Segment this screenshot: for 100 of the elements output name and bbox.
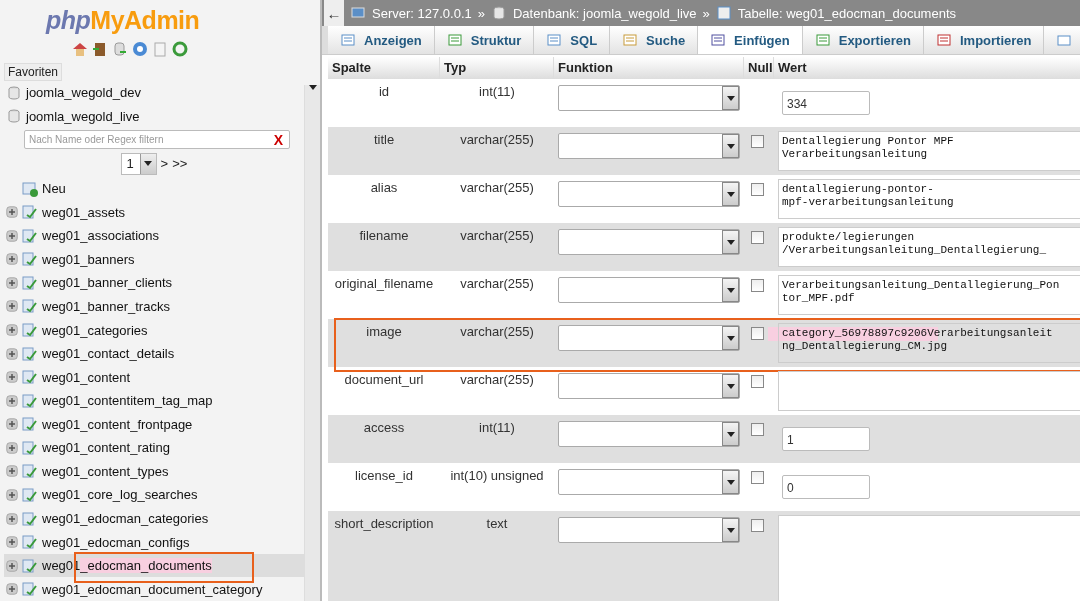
value-field[interactable]: Dentallegierung Pontor MPF Verarbeitungsanleitung bbox=[778, 131, 1080, 171]
null-checkbox[interactable] bbox=[751, 231, 764, 244]
tab[interactable]: SQL bbox=[534, 26, 611, 54]
scrollbar[interactable] bbox=[304, 85, 320, 601]
column-type: varchar(255) bbox=[460, 180, 534, 195]
expand-icon bbox=[6, 441, 18, 454]
exit-icon bbox=[92, 41, 108, 57]
tab[interactable]: Struktur bbox=[434, 26, 535, 54]
value-field[interactable]: dentallegierung-pontor- mpf-verarbeitungsanleitung bbox=[778, 179, 1080, 219]
table-item[interactable]: weg01_core_log_searches bbox=[4, 483, 304, 507]
table-item[interactable]: weg01_contentitem_tag_map bbox=[4, 388, 304, 413]
tab-icon bbox=[935, 32, 952, 48]
null-checkbox[interactable] bbox=[751, 183, 764, 196]
table-item[interactable]: weg01_edocman_configs bbox=[4, 530, 304, 554]
function-select[interactable] bbox=[558, 181, 740, 207]
table-icon bbox=[22, 345, 38, 362]
database-item[interactable]: joomla_wegold_dev bbox=[4, 81, 304, 105]
back-button[interactable]: ← bbox=[324, 0, 344, 26]
table-item[interactable]: weg01_banner_clients bbox=[4, 271, 304, 295]
favorites-tab[interactable]: Favoriten bbox=[4, 63, 63, 81]
function-select[interactable] bbox=[558, 469, 740, 495]
table-icon bbox=[22, 204, 38, 221]
expand-icon bbox=[6, 229, 18, 242]
function-select[interactable] bbox=[558, 229, 740, 255]
null-checkbox[interactable] bbox=[751, 327, 764, 340]
table-icon bbox=[22, 227, 38, 244]
column-type: text bbox=[486, 516, 508, 531]
value-field[interactable] bbox=[778, 371, 1080, 411]
tab[interactable]: Exportieren bbox=[802, 26, 924, 54]
table-icon bbox=[22, 463, 38, 480]
tab[interactable] bbox=[1044, 26, 1080, 54]
table-item[interactable]: weg01_content bbox=[4, 365, 304, 389]
value-field[interactable]: produkte/legierungen /Verarbeitungsanleitung_Dentallegierung_ bbox=[778, 227, 1080, 267]
caret-icon bbox=[726, 479, 735, 485]
column-header: Null bbox=[744, 57, 774, 79]
null-checkbox[interactable] bbox=[751, 279, 764, 292]
function-select[interactable] bbox=[558, 277, 740, 303]
value-field[interactable]: 0 bbox=[782, 475, 870, 499]
column-name: id bbox=[378, 84, 390, 99]
column-name: short_description bbox=[334, 516, 434, 531]
separator: » bbox=[477, 5, 485, 21]
clear-button[interactable]: X bbox=[273, 131, 283, 148]
caret-icon bbox=[726, 383, 735, 389]
last-link[interactable]: >> bbox=[172, 156, 188, 172]
column-name: alias bbox=[370, 180, 398, 195]
value-field[interactable]: category_56978897c9206Verarbeitungsanleit ng_Dentallegierung_CM.jpg bbox=[778, 323, 1080, 363]
expand-icon bbox=[6, 253, 18, 266]
page-select[interactable]: 1 bbox=[120, 152, 157, 175]
next-link[interactable]: > bbox=[160, 156, 169, 172]
function-select[interactable] bbox=[558, 133, 740, 159]
value-field[interactable]: 1 bbox=[782, 427, 870, 451]
table-item[interactable]: weg01_assets bbox=[4, 200, 304, 224]
table-item[interactable]: weg01_edocman_document_category bbox=[4, 577, 304, 601]
function-select[interactable] bbox=[558, 85, 740, 111]
table-link[interactable]: Tabelle: weg01_edocman_documents bbox=[737, 5, 957, 21]
database-link[interactable]: Datenbank: joomla_wegold_live bbox=[512, 5, 697, 21]
table-item[interactable]: weg01_banner_tracks bbox=[4, 294, 304, 319]
table-item[interactable]: weg01_edocman_categories bbox=[4, 506, 304, 531]
function-select[interactable] bbox=[558, 517, 740, 543]
table-item[interactable]: weg01_banners bbox=[4, 247, 304, 272]
database-item[interactable]: joomla_wegold_live bbox=[4, 104, 304, 129]
new-link[interactable]: Neu bbox=[42, 181, 66, 197]
table-item[interactable]: weg01_categories bbox=[4, 318, 304, 342]
null-checkbox[interactable] bbox=[751, 375, 764, 388]
value-field[interactable]: Verarbeitungsanleitung_Dentallegierung_Pon tor_MPF.pdf bbox=[778, 275, 1080, 315]
table-icon bbox=[22, 581, 38, 598]
column-header: Wert bbox=[774, 57, 1080, 79]
column-type: varchar(255) bbox=[460, 276, 534, 291]
function-select[interactable] bbox=[558, 421, 740, 447]
filter-field[interactable]: Nach Name oder Regex filtern X bbox=[24, 130, 290, 150]
tab[interactable]: Importieren bbox=[923, 26, 1045, 54]
null-checkbox[interactable] bbox=[751, 135, 764, 148]
expand-icon bbox=[6, 347, 18, 360]
caret-icon bbox=[726, 95, 735, 101]
table-item[interactable]: weg01_associations bbox=[4, 224, 304, 248]
tab[interactable]: Einfügen bbox=[698, 26, 803, 54]
expand-icon bbox=[6, 512, 18, 525]
caret-icon bbox=[726, 287, 735, 293]
null-checkbox[interactable] bbox=[751, 471, 764, 484]
table-item[interactable]: weg01_content_types bbox=[4, 459, 304, 484]
null-checkbox[interactable] bbox=[751, 519, 764, 532]
table-icon bbox=[715, 5, 732, 21]
table-item[interactable]: weg01_content_rating bbox=[4, 436, 304, 460]
server-link[interactable]: Server: 127.0.0.1 bbox=[372, 5, 472, 21]
column-name: filename bbox=[359, 228, 409, 243]
table-icon bbox=[22, 322, 38, 339]
null-checkbox[interactable] bbox=[751, 423, 764, 436]
table-item[interactable]: weg01_contact_details bbox=[4, 341, 304, 366]
tab[interactable]: Suche bbox=[610, 26, 699, 54]
table-icon bbox=[22, 369, 38, 386]
home-icon bbox=[72, 41, 88, 57]
column-type: varchar(255) bbox=[460, 228, 534, 243]
table-icon bbox=[22, 392, 38, 409]
expand-icon bbox=[6, 489, 18, 501]
value-field[interactable]: 334 bbox=[782, 91, 870, 115]
function-select[interactable] bbox=[558, 373, 740, 399]
tab[interactable]: Anzeigen bbox=[328, 26, 435, 54]
value-field[interactable] bbox=[778, 515, 1080, 601]
function-select[interactable] bbox=[558, 325, 740, 351]
table-item[interactable]: weg01_content_frontpage bbox=[4, 412, 304, 437]
